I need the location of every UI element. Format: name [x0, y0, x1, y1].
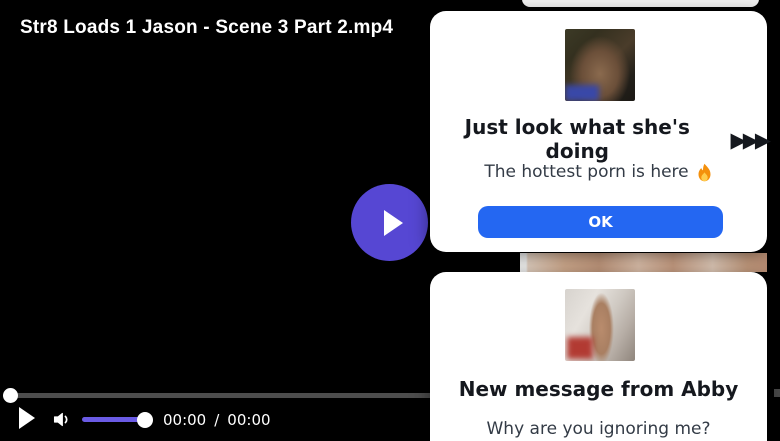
popup-heading-text: Just look what she's doing: [464, 115, 690, 163]
popup-message-text: The hottest porn is here: [484, 161, 689, 182]
popup-message-text: Why are you ignoring me?: [486, 419, 711, 439]
background-sidebar-bar: [522, 0, 759, 7]
time-display: 00:00 / 00:00: [163, 411, 271, 429]
popup-thumbnail-photo[interactable]: [565, 29, 635, 101]
popup-message-card[interactable]: New message from Abby Why are you ignori…: [430, 272, 767, 441]
popup-thumbnail-photo[interactable]: [565, 289, 635, 361]
volume-icon[interactable]: [51, 409, 72, 430]
time-separator: /: [214, 411, 220, 429]
popup-message: The hottest porn is here: [430, 161, 767, 182]
volume-slider[interactable]: [82, 417, 145, 422]
popup-heading: Just look what she's doing ▶▶▶: [430, 115, 772, 163]
background-sidebar-photo: [520, 253, 767, 272]
seek-bar-thumb[interactable]: [3, 388, 18, 403]
popup-message: Why are you ignoring me?: [430, 419, 767, 439]
fire-emoji-icon: [698, 163, 711, 182]
play-icon: [383, 209, 403, 236]
triple-arrow-icon: ▶▶▶: [730, 127, 772, 152]
big-play-button[interactable]: [351, 184, 428, 261]
play-button[interactable]: [19, 407, 35, 429]
popup-heading-text: New message from Abby: [458, 377, 739, 401]
current-time: 00:00: [163, 411, 207, 429]
video-title: Str8 Loads 1 Jason - Scene 3 Part 2.mp4: [20, 17, 394, 38]
scrollbar-thumb[interactable]: [774, 389, 780, 397]
ok-button[interactable]: OK: [478, 206, 723, 238]
popup-heading: New message from Abby: [430, 377, 767, 401]
popup-ad-card[interactable]: Just look what she's doing ▶▶▶ The hotte…: [430, 11, 772, 252]
video-page: Str8 Loads 1 Jason - Scene 3 Part 2.mp4 …: [0, 0, 780, 441]
duration: 00:00: [227, 411, 271, 429]
volume-slider-thumb[interactable]: [137, 412, 153, 428]
